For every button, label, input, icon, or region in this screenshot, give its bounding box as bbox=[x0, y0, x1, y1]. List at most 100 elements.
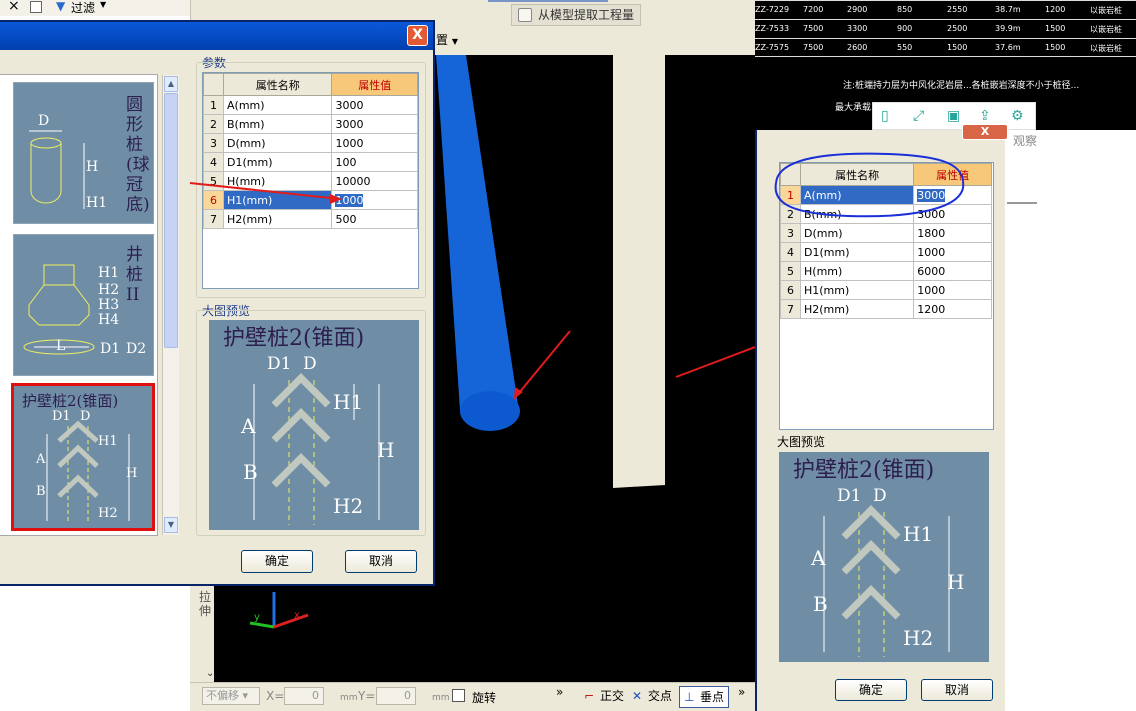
table-row: 5 H(mm) 6000 bbox=[780, 261, 992, 281]
tablet-icon[interactable]: ▯ bbox=[881, 108, 889, 124]
label-d: D bbox=[38, 113, 50, 129]
selection-strip bbox=[488, 0, 608, 2]
row-number: 1 bbox=[203, 95, 224, 115]
share-icon[interactable]: ⇪ bbox=[979, 108, 991, 124]
label-h3: H3 bbox=[98, 297, 120, 313]
chevron-down-icon: ▼ bbox=[100, 0, 107, 9]
label-d: D bbox=[303, 354, 317, 374]
param-name: D1(mm) bbox=[222, 152, 333, 172]
cad-cell: 以嵌岩桩 bbox=[1090, 25, 1122, 34]
x-unit: mm bbox=[340, 693, 358, 703]
close-button[interactable]: X bbox=[962, 124, 1008, 140]
filter-icon: ▼ bbox=[56, 0, 66, 13]
y-label: Y= bbox=[358, 689, 376, 703]
cad-cell: 2500 bbox=[947, 24, 968, 33]
param-name: H(mm) bbox=[799, 261, 915, 281]
ok-button[interactable]: 确定 bbox=[835, 679, 907, 701]
cad-cell: 1200 bbox=[1045, 5, 1066, 14]
preview-label: 大图预览 bbox=[777, 435, 826, 449]
perpendicular-button[interactable]: ⊥ 垂点 bbox=[679, 686, 730, 708]
pile-type-dialog: X 圆形桩(球冠底) D H H1 井桩II H1 H2 H3 H4 L D1 … bbox=[0, 20, 435, 586]
param-value[interactable]: 1000 bbox=[913, 242, 992, 262]
cad-cell: 1500 bbox=[947, 43, 968, 52]
perpendicular-icon: ⊥ bbox=[684, 690, 695, 704]
copy-icon[interactable] bbox=[30, 1, 42, 13]
settings-menu[interactable]: 置 ▼ bbox=[436, 31, 458, 48]
label-h4: H4 bbox=[98, 312, 120, 328]
param-name: H1(mm) bbox=[799, 280, 915, 300]
intersection-label: 交点 bbox=[648, 689, 673, 703]
thumb-scrollbar[interactable]: ▲ ▼ bbox=[162, 75, 179, 535]
label-d1: D1 bbox=[837, 486, 862, 506]
ortho-button[interactable]: ⌐ 正交 bbox=[580, 686, 624, 708]
scroll-thumb[interactable] bbox=[164, 93, 178, 348]
cad-cell: 以嵌岩桩 bbox=[1090, 44, 1122, 53]
close-icon[interactable]: × bbox=[8, 0, 20, 14]
expand-icon[interactable]: ⤢ bbox=[913, 108, 924, 124]
label-h1: H1 bbox=[98, 265, 120, 281]
more-chevron[interactable]: » bbox=[556, 685, 563, 699]
param-value[interactable]: 3000 bbox=[331, 95, 418, 115]
top-toolbar: × ▼ 过滤 ▼ bbox=[0, 0, 190, 16]
intersection-button[interactable]: ✕ 交点 bbox=[628, 686, 672, 708]
cancel-button[interactable]: 取消 bbox=[921, 679, 993, 701]
ok-button[interactable]: 确定 bbox=[241, 550, 313, 573]
preview-image: 护壁桩2(锥面) D1 D H1 A H B H2 bbox=[209, 320, 419, 530]
param-value[interactable]: 100 bbox=[331, 152, 418, 172]
cad-cell: 2550 bbox=[947, 5, 968, 14]
param-value[interactable]: 1000 bbox=[331, 133, 418, 153]
param-value[interactable]: 1200 bbox=[913, 299, 992, 319]
label-d2: D2 bbox=[126, 341, 147, 357]
cad-cell: 39.9m bbox=[995, 24, 1021, 33]
label-d: D bbox=[873, 486, 887, 506]
table-row: 1 A(mm) 3000 bbox=[203, 95, 418, 115]
scroll-down-icon[interactable]: ▼ bbox=[164, 517, 178, 533]
label-h1: H1 bbox=[333, 390, 364, 414]
label-a: A bbox=[811, 546, 826, 570]
param-value[interactable]: 6000 bbox=[913, 261, 992, 281]
thumb-well-pile[interactable]: 井桩II H1 H2 H3 H4 L D1 D2 bbox=[13, 234, 154, 376]
ortho-icon: ⌐ bbox=[584, 689, 595, 703]
label-h2: H2 bbox=[333, 494, 364, 518]
x-input[interactable]: 0 bbox=[284, 687, 324, 705]
param-name: H2(mm) bbox=[799, 299, 915, 319]
thumb-round-pile[interactable]: 圆形桩(球冠底) D H H1 bbox=[13, 82, 154, 224]
rotate-label: 旋转 bbox=[472, 691, 497, 705]
filter-label[interactable]: 过滤 bbox=[71, 0, 95, 16]
thumb-retaining-pile-2[interactable]: 护壁桩2(锥面) D1 D H1 A H B H2 bbox=[11, 383, 155, 531]
cad-cell: 1500 bbox=[1045, 24, 1066, 33]
close-button[interactable]: X bbox=[407, 25, 428, 46]
param-name: D(mm) bbox=[222, 133, 333, 153]
expand-chevron-icon[interactable]: ⌄ bbox=[206, 668, 214, 679]
y-input[interactable]: 0 bbox=[376, 687, 416, 705]
more-chevron-right[interactable]: » bbox=[738, 685, 745, 699]
save-icon[interactable]: ▣ bbox=[947, 108, 960, 124]
rotate-checkbox[interactable] bbox=[452, 689, 465, 702]
row-number: 3 bbox=[203, 133, 224, 153]
table-row: 3 D(mm) 1000 bbox=[203, 133, 418, 153]
pile-beam bbox=[436, 55, 518, 410]
offset-select[interactable]: 不偏移 ▾ bbox=[202, 687, 260, 705]
cad-cell: 以嵌岩桩 bbox=[1090, 6, 1122, 15]
extract-from-model-button[interactable]: 从模型提取工程量 bbox=[511, 4, 641, 26]
extract-label: 从模型提取工程量 bbox=[538, 8, 635, 22]
cad-cell: 550 bbox=[897, 43, 913, 52]
floating-toolbar: ▯ ⤢ ▣ ⇪ ⚙ bbox=[872, 102, 1036, 130]
settings-icon[interactable]: ⚙ bbox=[1011, 108, 1024, 124]
extract-icon bbox=[518, 8, 532, 22]
corner-header bbox=[203, 73, 224, 96]
label-d1: D1 bbox=[267, 354, 292, 374]
scroll-up-icon[interactable]: ▲ bbox=[164, 76, 178, 92]
ortho-label: 正交 bbox=[600, 689, 625, 703]
label-l: L bbox=[56, 338, 66, 354]
cancel-button[interactable]: 取消 bbox=[345, 550, 417, 573]
chevron-down-icon: ▼ bbox=[451, 37, 458, 46]
dialog-titlebar[interactable] bbox=[0, 22, 433, 50]
cad-cell: 7500 bbox=[803, 43, 824, 52]
label-h: H bbox=[86, 159, 99, 175]
stretch-label[interactable]: 拉伸 bbox=[199, 590, 213, 618]
row-number: 7 bbox=[780, 299, 801, 319]
param-value[interactable]: 3000 bbox=[331, 114, 418, 134]
param-value[interactable]: 1000 bbox=[913, 280, 992, 300]
preview-image: 护壁桩2(锥面) D1 D H1 A H B H2 bbox=[779, 452, 989, 662]
